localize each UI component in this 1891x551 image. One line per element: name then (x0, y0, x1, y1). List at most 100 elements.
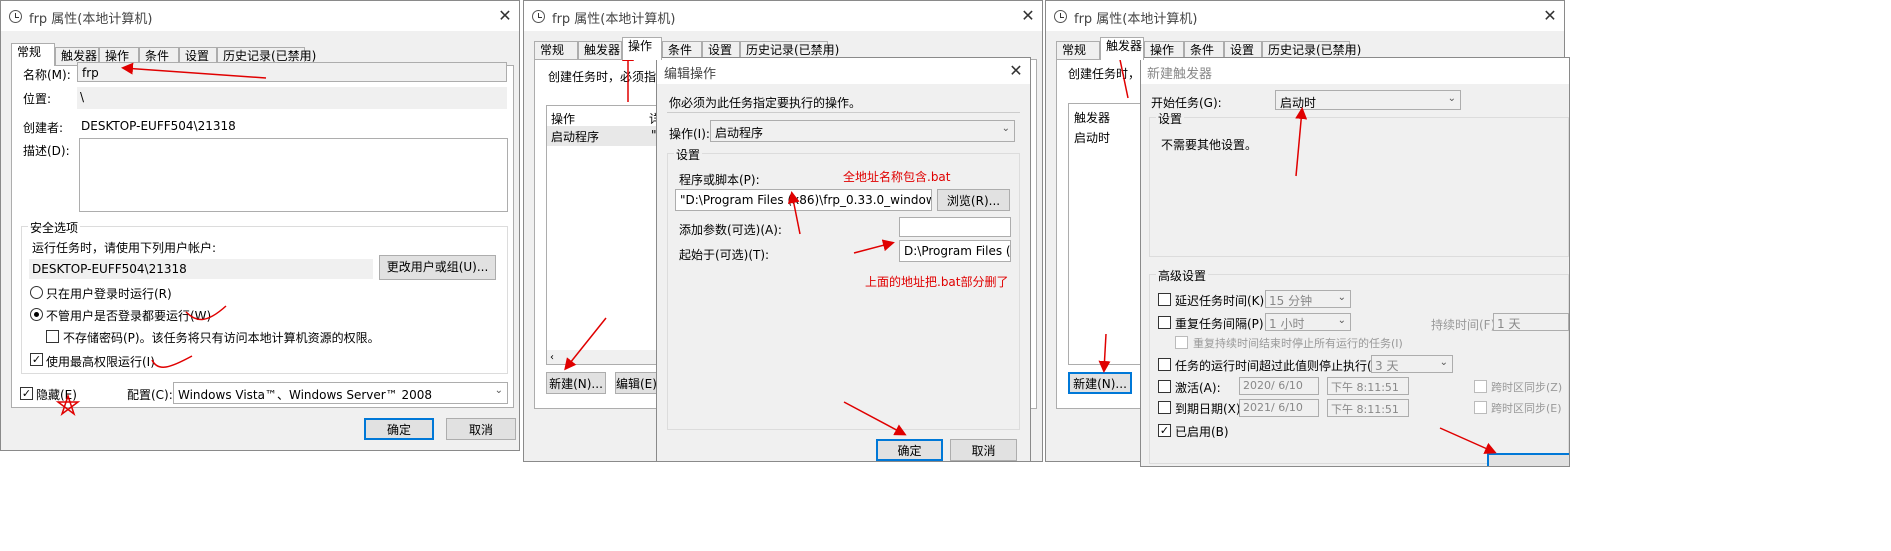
window-title: frp 属性(本地计算机) (1074, 12, 1198, 27)
new-trigger-button[interactable]: 新建(N)... (1068, 372, 1132, 394)
highest-privileges-checkbox[interactable]: ✓ (30, 353, 43, 366)
task-clock-icon (1054, 10, 1067, 23)
stop-longer-checkbox[interactable] (1158, 358, 1171, 371)
ok-button[interactable]: 确定 (364, 418, 434, 440)
ok-button-partial[interactable] (1487, 453, 1569, 466)
stop-at-end-label: 重复持续时间结束时停止所有运行的任务(I) (1193, 337, 1403, 350)
tab-bar: 常规 触发器 操作 条件 设置 历史记录(已禁用) (1056, 37, 1361, 60)
annotation-full-path: 全地址名称包含.bat (843, 170, 951, 184)
sync-timezone-expire-checkbox[interactable] (1474, 401, 1487, 414)
title-bar: frp 属性(本地计算机) ✕ (524, 1, 1042, 31)
tab-triggers[interactable]: 触发器 (578, 41, 622, 59)
delay-task-select[interactable]: 15 分钟 ⌄ (1265, 290, 1351, 308)
activate-date-value: 2020/ 6/10 (1243, 379, 1303, 392)
chevron-down-icon: ⌄ (1337, 315, 1346, 326)
edit-action-dialog: 编辑操作 ✕ 你必须为此任务指定要执行的操作。 操作(I): 启动程序 ⌄ 设置 … (656, 57, 1031, 462)
repeat-task-select[interactable]: 1 小时 ⌄ (1265, 313, 1351, 331)
change-user-button[interactable]: 更改用户或组(U)... (379, 255, 496, 280)
expire-label: 到期日期(X): (1175, 402, 1245, 416)
activate-time-picker[interactable]: 下午 8:11:51 (1327, 377, 1409, 395)
trigger-settings-title: 设置 (1156, 110, 1185, 127)
chevron-down-icon: ⌄ (1439, 357, 1448, 368)
tab-general[interactable]: 常规 (1056, 41, 1100, 59)
tab-actions[interactable]: 操作 (622, 37, 662, 60)
no-settings-text: 不需要其他设置。 (1161, 138, 1258, 152)
column-header-action[interactable]: 操作 (551, 110, 575, 127)
run-as-label: 运行任务时，请使用下列用户帐户: (32, 241, 217, 255)
delay-task-checkbox[interactable] (1158, 293, 1171, 306)
repeat-task-label: 重复任务间隔(P): (1175, 317, 1268, 331)
configure-value: Windows Vista™、Windows Server™ 2008 (178, 388, 433, 402)
radio-run-only-logged-on[interactable] (30, 286, 43, 299)
radio-run-whether-logged-on[interactable] (30, 308, 43, 321)
expire-date-value: 2021/ 6/10 (1243, 401, 1303, 414)
dialog-title: 新建触发器 (1147, 67, 1213, 82)
begin-task-value: 启动时 (1280, 96, 1317, 110)
title-bar: frp 属性(本地计算机) ✕ (1, 1, 519, 31)
title-bar: frp 属性(本地计算机) ✕ (1046, 1, 1564, 31)
stop-longer-value: 3 天 (1375, 359, 1399, 373)
author-label: 创建者: (23, 121, 64, 135)
stop-at-end-checkbox[interactable] (1175, 336, 1188, 349)
tab-general[interactable]: 常规 (534, 41, 578, 59)
user-account-value: DESKTOP-EUFF504\21318 (29, 259, 373, 279)
delay-task-value: 15 分钟 (1269, 294, 1313, 308)
dialog-title-bar: 编辑操作 ✕ (657, 58, 1030, 84)
no-store-password-label: 不存储密码(P)。该任务将只有访问本地计算机资源的权限。 (63, 331, 380, 345)
browse-button[interactable]: 浏览(R)... (937, 189, 1010, 211)
chevron-down-icon: ⌄ (1337, 292, 1346, 303)
column-header-trigger[interactable]: 触发器 (1074, 109, 1110, 126)
cancel-button[interactable]: 取消 (950, 439, 1017, 461)
description-field[interactable] (79, 138, 508, 212)
expire-time-picker[interactable]: 下午 8:11:51 (1327, 399, 1409, 417)
enabled-label: 已启用(B) (1175, 425, 1229, 439)
no-store-password-checkbox[interactable] (46, 330, 59, 343)
close-icon[interactable]: ✕ (1014, 4, 1042, 28)
stop-longer-select[interactable]: 3 天 ⌄ (1371, 355, 1453, 373)
expire-time-value: 下午 8:11:51 (1331, 403, 1399, 416)
configure-for-select[interactable]: Windows Vista™、Windows Server™ 2008 ⌄ (173, 382, 508, 404)
begin-task-select[interactable]: 启动时 ⌄ (1275, 90, 1461, 110)
action-type-select[interactable]: 启动程序 ⌄ (710, 120, 1015, 142)
expire-checkbox[interactable] (1158, 401, 1171, 414)
tab-general[interactable]: 常规 (11, 43, 55, 66)
must-specify-text: 你必须为此任务指定要执行的操作。 (669, 96, 862, 110)
new-action-button[interactable]: 新建(N)... (546, 372, 606, 394)
sync-timezone-activate-checkbox[interactable] (1474, 380, 1487, 393)
duration-label: 持续时间(F): (1431, 318, 1500, 332)
task-clock-icon (532, 10, 545, 23)
duration-select[interactable]: 1 天 (1493, 313, 1569, 331)
start-in-input[interactable]: D:\Program Files (x86) (899, 240, 1011, 262)
action-type-value: 启动程序 (715, 126, 764, 140)
window-title: frp 属性(本地计算机) (29, 12, 153, 27)
tab-bar: 常规 触发器 操作 条件 设置 历史记录(已禁用) (534, 37, 839, 60)
name-field[interactable]: frp (77, 62, 507, 82)
arguments-input[interactable] (899, 217, 1011, 237)
enabled-checkbox[interactable]: ✓ (1158, 424, 1171, 437)
activate-time-value: 下午 8:11:51 (1331, 381, 1399, 394)
hidden-checkbox[interactable]: ✓ (20, 387, 33, 400)
tab-triggers[interactable]: 触发器 (1100, 37, 1144, 60)
triggers-list[interactable]: 触发器 启动时 (1068, 103, 1148, 365)
trigger-row[interactable]: 启动时 (1074, 129, 1110, 146)
repeat-task-checkbox[interactable] (1158, 316, 1171, 329)
cancel-button[interactable]: 取消 (446, 418, 516, 440)
sync-timezone-activate-label: 跨时区同步(Z) (1491, 381, 1563, 394)
expire-date-picker[interactable]: 2021/ 6/10 (1239, 399, 1319, 417)
task-properties-window-general: frp 属性(本地计算机) ✕ 常规 触发器 操作 条件 设置 历史记录(已禁用… (0, 0, 520, 451)
program-script-input[interactable]: "D:\Program Files (x86)\frp_0.33.0_windo… (675, 189, 932, 211)
divider (667, 112, 1020, 113)
close-icon[interactable]: ✕ (1002, 59, 1030, 83)
activate-checkbox[interactable] (1158, 380, 1171, 393)
horizontal-scrollbar[interactable]: ‹ (547, 350, 657, 364)
start-in-label: 起始于(可选)(T): (679, 248, 770, 262)
activate-date-picker[interactable]: 2020/ 6/10 (1239, 377, 1319, 395)
ok-button[interactable]: 确定 (876, 439, 943, 461)
highest-privileges-label: 使用最高权限运行(I) (46, 355, 155, 369)
close-icon[interactable]: ✕ (1536, 4, 1564, 28)
actions-list[interactable]: 操作 详 启动程序 " ‹ (546, 105, 658, 365)
begin-task-label: 开始任务(G): (1151, 96, 1222, 110)
location-label: 位置: (23, 92, 52, 106)
action-type-label: 操作(I): (669, 127, 710, 141)
close-icon[interactable]: ✕ (491, 4, 519, 28)
